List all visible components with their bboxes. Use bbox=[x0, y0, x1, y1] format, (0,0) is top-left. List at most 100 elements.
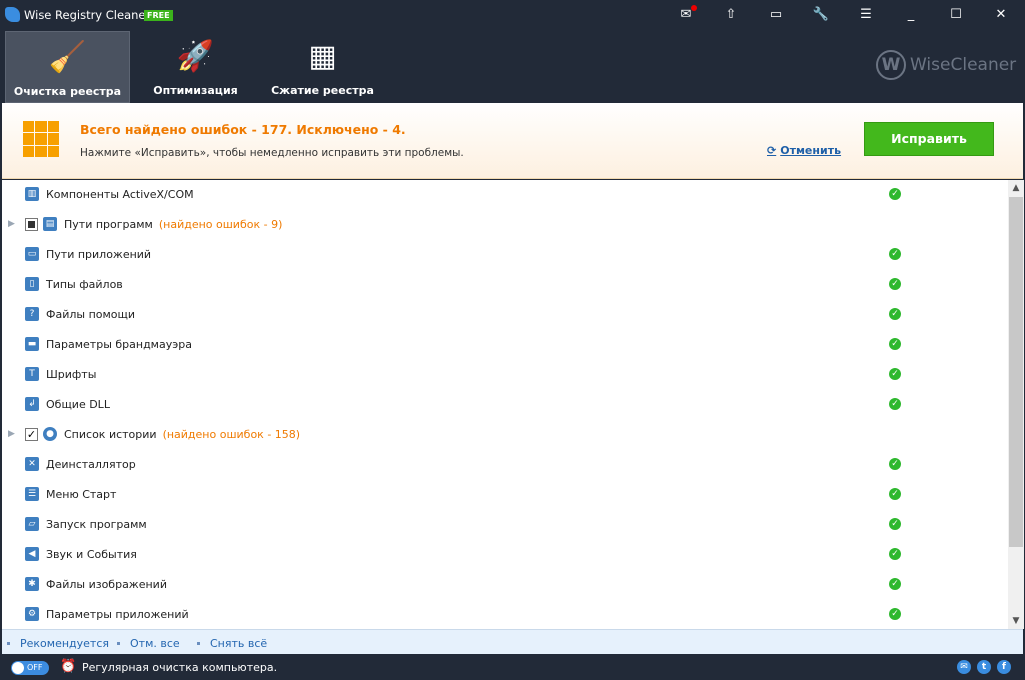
mail-icon[interactable]: ✉ bbox=[677, 7, 695, 23]
logo-mark: W bbox=[876, 50, 906, 80]
tab-optimization[interactable]: 🚀 Оптимизация bbox=[133, 31, 258, 103]
list-item[interactable]: TШрифты✓ bbox=[2, 360, 1008, 390]
tab-registry-cleaner[interactable]: 🧹 Очистка реестра bbox=[5, 31, 130, 103]
item-label: Список истории(найдено ошибок - 158) bbox=[64, 428, 300, 441]
minimize-button[interactable]: _ bbox=[902, 7, 920, 23]
scrollbar[interactable]: ▲ ▼ bbox=[1008, 180, 1024, 629]
menu-icon[interactable]: ☰ bbox=[857, 7, 875, 23]
error-count: (найдено ошибок - 9) bbox=[159, 218, 283, 231]
list-item[interactable]: ▯Типы файлов✓ bbox=[2, 270, 1008, 300]
rocket-icon: 🚀 bbox=[133, 39, 258, 75]
category-icon: ▭ bbox=[25, 247, 39, 261]
item-label: Запуск программ bbox=[46, 518, 147, 531]
category-icon: ⚙ bbox=[25, 607, 39, 621]
category-icon: ? bbox=[25, 307, 39, 321]
scroll-up-button[interactable]: ▲ bbox=[1008, 180, 1024, 196]
item-name: Деинсталлятор bbox=[46, 458, 136, 471]
list-item[interactable]: ✱Файлы изображений✓ bbox=[2, 570, 1008, 600]
feedback-icon[interactable]: ▭ bbox=[767, 7, 785, 23]
category-icon: ● bbox=[43, 427, 57, 441]
item-label: Компоненты ActiveX/COM bbox=[46, 188, 194, 201]
list-item[interactable]: ↲Общие DLL✓ bbox=[2, 390, 1008, 420]
list-item[interactable]: ▭ Пути приложений ✓ bbox=[2, 240, 1008, 270]
list-item[interactable]: ▶ ▤ Пути программ (найдено ошибок - 9) bbox=[2, 210, 1008, 240]
list-item[interactable]: ◀Звук и События✓ bbox=[2, 540, 1008, 570]
brand-text: WiseCleaner bbox=[910, 55, 1016, 75]
category-icon: ✱ bbox=[25, 577, 39, 591]
item-name: Файлы помощи bbox=[46, 308, 135, 321]
check-ok-icon: ✓ bbox=[889, 518, 901, 530]
item-label: Пути программ (найдено ошибок - 9) bbox=[64, 218, 282, 231]
item-name: Параметры брандмауэра bbox=[46, 338, 192, 351]
email-share-icon[interactable]: ✉ bbox=[957, 660, 971, 674]
item-checkbox[interactable] bbox=[25, 218, 38, 231]
cancel-label: Отменить bbox=[780, 144, 841, 157]
wisecleaner-logo[interactable]: WWiseCleaner bbox=[876, 50, 1016, 80]
category-icon: ▬ bbox=[25, 337, 39, 351]
deselect-all-link[interactable]: Снять всё bbox=[210, 637, 267, 650]
check-ok-icon: ✓ bbox=[889, 548, 901, 560]
item-name: Общие DLL bbox=[46, 398, 110, 411]
category-icon: ▤ bbox=[43, 217, 57, 231]
list-item[interactable]: ▥ Компоненты ActiveX/COM ✓ bbox=[2, 180, 1008, 210]
item-label: Файлы изображений bbox=[46, 578, 167, 591]
scroll-thumb[interactable] bbox=[1009, 197, 1023, 547]
item-name: Типы файлов bbox=[46, 278, 123, 291]
list-item[interactable]: ✕ Деинсталлятор ✓ bbox=[2, 450, 1008, 480]
item-label: Файлы помощи bbox=[46, 308, 135, 321]
list-item[interactable]: ☰Меню Старт✓ bbox=[2, 480, 1008, 510]
list-item[interactable]: ?Файлы помощи✓ bbox=[2, 300, 1008, 330]
list-item[interactable]: ▬ Параметры брандмауэра ✓ bbox=[2, 330, 1008, 360]
item-name: Меню Старт bbox=[46, 488, 116, 501]
list-item[interactable]: ⚙Параметры приложений✓ bbox=[2, 600, 1008, 629]
summary-title: Всего найдено ошибок - 177. Исключено - … bbox=[80, 122, 406, 137]
item-name: Пути программ bbox=[64, 218, 153, 231]
scroll-down-button[interactable]: ▼ bbox=[1008, 613, 1024, 629]
title-bar: Wise Registry Cleaner X FREE ✉ ⇧ ▭ 🔧 ☰ _… bbox=[0, 0, 1025, 30]
item-label: Общие DLL bbox=[46, 398, 110, 411]
status-bar: OFF ⏰ Регулярная очистка компьютера. ✉ t… bbox=[0, 654, 1025, 680]
cancel-link[interactable]: ⟳Отменить bbox=[767, 144, 841, 157]
item-name: Компоненты ActiveX/COM bbox=[46, 188, 194, 201]
tab-registry-defrag[interactable]: ▦ Сжатие реестра bbox=[260, 31, 385, 103]
item-name: Запуск программ bbox=[46, 518, 147, 531]
facebook-icon[interactable]: f bbox=[997, 660, 1011, 674]
selection-footer: Рекомендуется Отм. все Снять всё bbox=[2, 629, 1023, 654]
scheduled-clean-toggle[interactable]: OFF bbox=[11, 661, 49, 675]
error-count: (найдено ошибок - 158) bbox=[163, 428, 301, 441]
select-all-link[interactable]: Отм. все bbox=[130, 637, 180, 650]
category-icon: ▱ bbox=[25, 517, 39, 531]
upgrade-icon[interactable]: ⇧ bbox=[722, 7, 740, 23]
registry-grid-icon bbox=[23, 121, 59, 157]
category-icon: ☰ bbox=[25, 487, 39, 501]
fix-button[interactable]: Исправить bbox=[864, 122, 994, 156]
category-icon: T bbox=[25, 367, 39, 381]
list-item[interactable]: ▶ ✓ ● Список истории(найдено ошибок - 158) bbox=[2, 420, 1008, 450]
app-logo-icon bbox=[5, 7, 20, 22]
expand-arrow-icon[interactable]: ▶ bbox=[8, 219, 15, 229]
maximize-button[interactable]: ☐ bbox=[947, 7, 965, 23]
check-ok-icon: ✓ bbox=[889, 458, 901, 470]
check-ok-icon: ✓ bbox=[889, 248, 901, 260]
item-label: Меню Старт bbox=[46, 488, 116, 501]
item-checkbox[interactable]: ✓ bbox=[25, 428, 38, 441]
close-button[interactable]: ✕ bbox=[992, 7, 1010, 23]
tab-label: Очистка реестра bbox=[6, 85, 129, 98]
category-icon: ✕ bbox=[25, 457, 39, 471]
twitter-icon[interactable]: t bbox=[977, 660, 991, 674]
tab-label: Сжатие реестра bbox=[260, 84, 385, 97]
check-ok-icon: ✓ bbox=[889, 188, 901, 200]
tab-label: Оптимизация bbox=[133, 84, 258, 97]
scheduled-clean-label: Регулярная очистка компьютера. bbox=[82, 661, 277, 674]
expand-arrow-icon[interactable]: ▶ bbox=[8, 429, 15, 439]
item-label: Звук и События bbox=[46, 548, 137, 561]
check-ok-icon: ✓ bbox=[889, 338, 901, 350]
list-item[interactable]: ▱ Запуск программ ✓ bbox=[2, 510, 1008, 540]
scan-summary-banner: Всего найдено ошибок - 177. Исключено - … bbox=[2, 103, 1023, 179]
recommended-link[interactable]: Рекомендуется bbox=[20, 637, 109, 650]
blocks-icon: ▦ bbox=[260, 39, 385, 75]
category-icon: ▥ bbox=[25, 187, 39, 201]
item-name: Шрифты bbox=[46, 368, 96, 381]
settings-wrench-icon[interactable]: 🔧 bbox=[812, 7, 830, 23]
item-label: Пути приложений bbox=[46, 248, 151, 261]
